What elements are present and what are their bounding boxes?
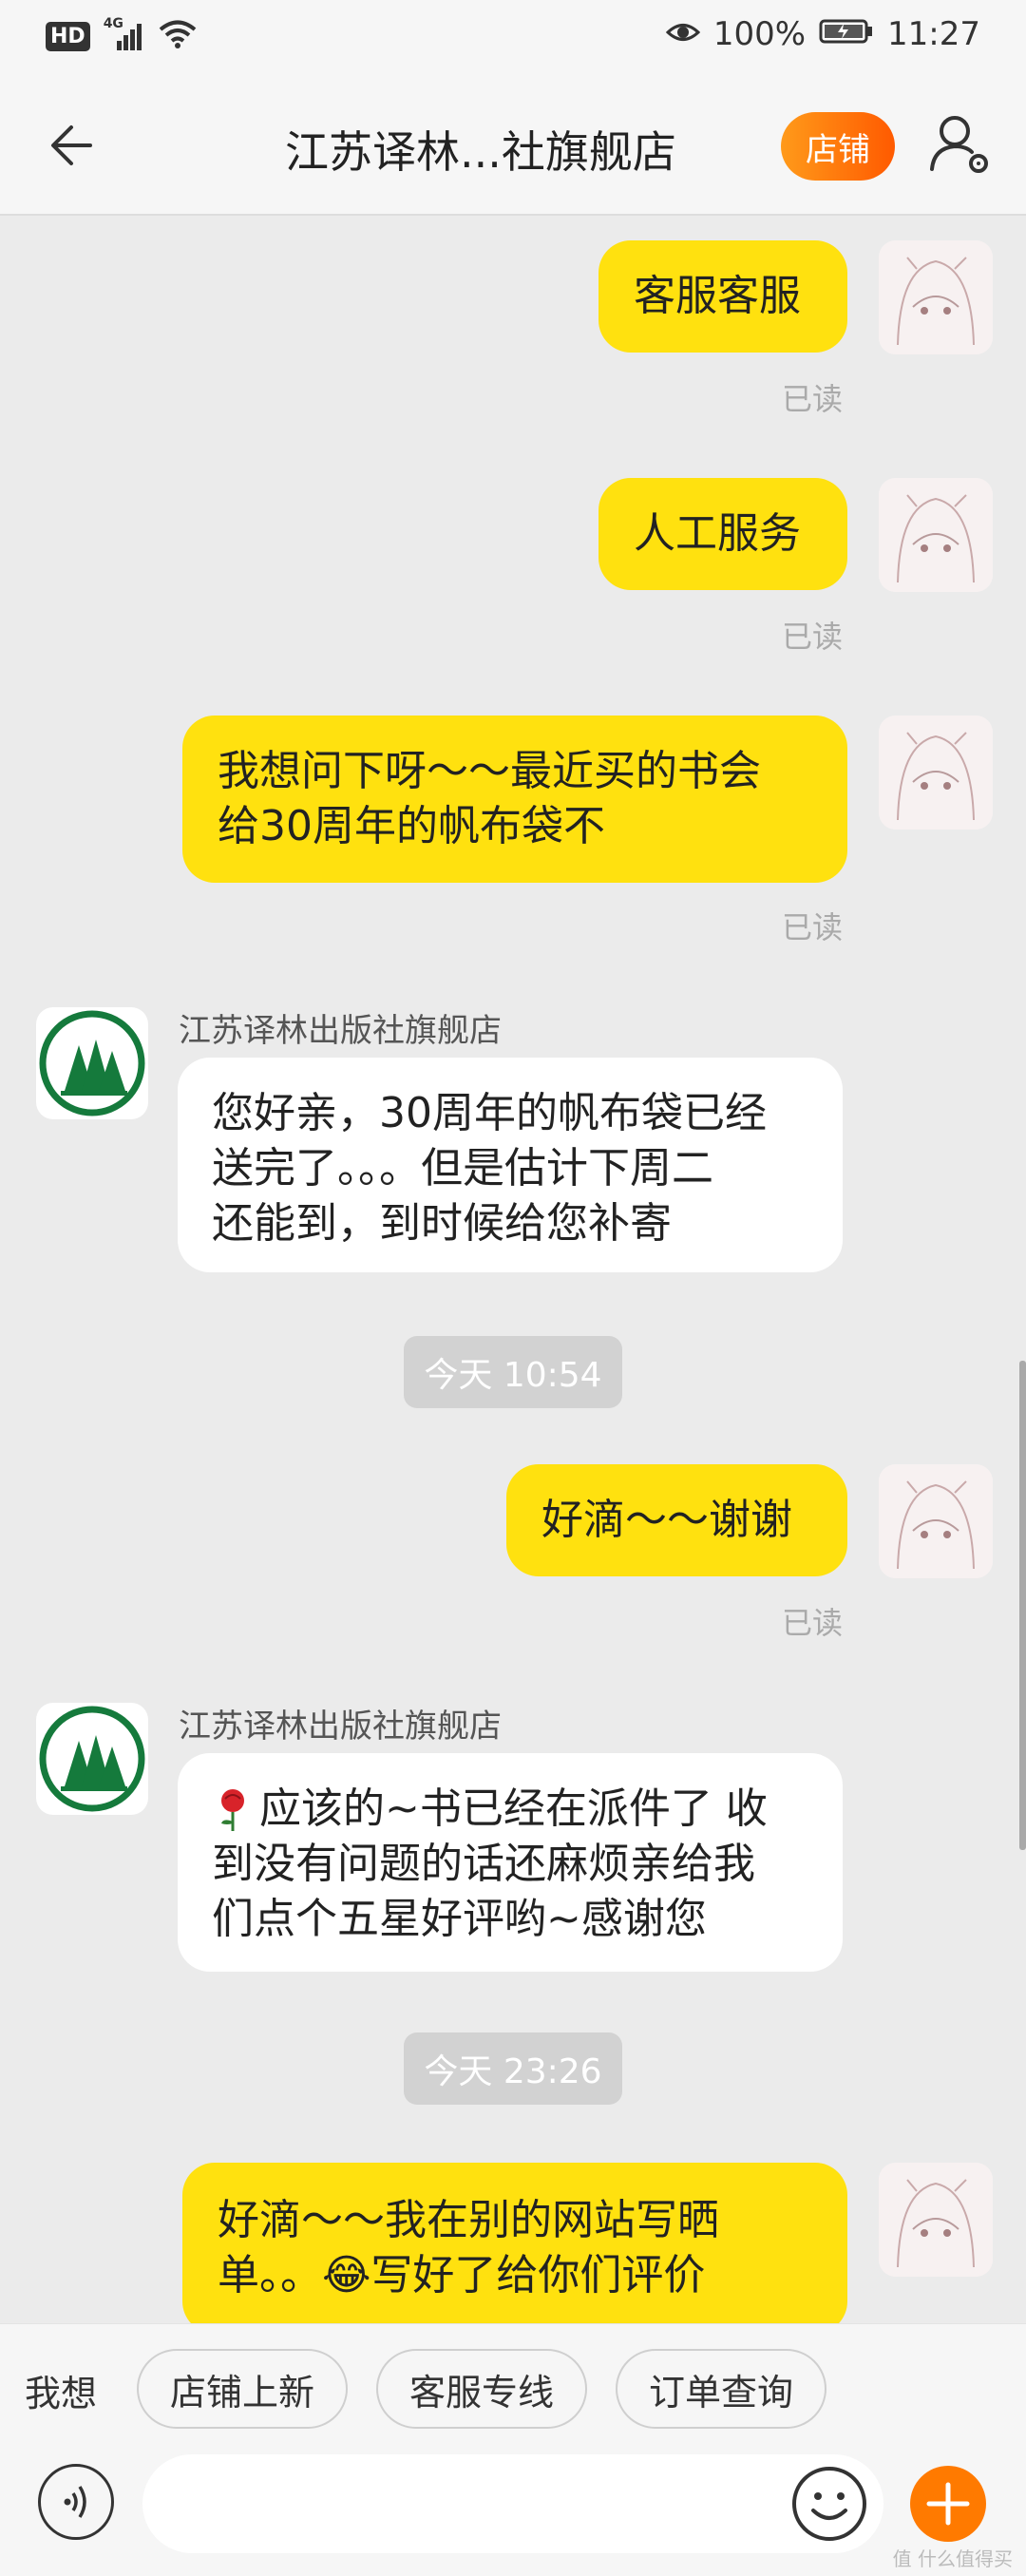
avatar[interactable] (879, 1464, 993, 1578)
timestamp-chip: 今天 23:26 (404, 2032, 622, 2105)
read-receipt: 已读 (782, 619, 844, 655)
message-text: 好滴～～我在别的网站写晒 (218, 2196, 719, 2244)
message-text: 送完了。。。但是估计下周二 (212, 1144, 713, 1193)
message-bubble-incoming[interactable]: 您好亲，30周年的帆布袋已经 送完了。。。但是估计下周二 还能到，到时候给您补寄 (178, 1058, 843, 1272)
shop-button[interactable]: 店铺 (781, 112, 895, 181)
scrollbar[interactable] (1019, 1361, 1026, 1850)
yilin-logo-icon (39, 1706, 145, 1812)
battery-percent: 100% (712, 15, 807, 53)
message-line: 应该的~书已经在派件了 收 (212, 1782, 808, 1837)
read-receipt: 已读 (782, 381, 844, 417)
page-title: 江苏译林...社旗舰店 (285, 126, 676, 178)
chip-customer-service[interactable]: 客服专线 (376, 2349, 587, 2429)
hd-badge: HD (46, 21, 90, 51)
rose-icon (212, 1785, 256, 1833)
message-text: 应该的~书已经在派件了 收 (259, 1784, 768, 1833)
anime-avatar-icon (879, 1464, 993, 1578)
message-text: 客服客服 (634, 272, 801, 320)
chip-shop-new[interactable]: 店铺上新 (137, 2349, 348, 2429)
voice-button[interactable] (38, 2464, 114, 2540)
user-settings-button[interactable] (926, 110, 995, 179)
anime-avatar-icon (879, 478, 993, 592)
more-button[interactable] (910, 2466, 986, 2542)
message-text: 好滴～～谢谢 (542, 1496, 792, 1544)
message-bubble-outgoing[interactable]: 好滴～～我在别的网站写晒 单。。😂写好了给你们评价 (182, 2163, 847, 2323)
voice-wave-icon (64, 2486, 86, 2518)
anime-avatar-icon (879, 2163, 993, 2277)
emoji-button[interactable] (788, 2463, 870, 2545)
message-bubble-outgoing[interactable]: 好滴～～谢谢 (506, 1464, 847, 1576)
avatar[interactable] (879, 478, 993, 592)
timestamp-chip: 今天 10:54 (404, 1336, 622, 1408)
status-bar: HD 4G 100% 11:27 (0, 0, 1026, 76)
message-input[interactable] (142, 2454, 884, 2553)
message-bubble-outgoing[interactable]: 人工服务 (598, 478, 847, 590)
message-bubble-outgoing[interactable]: 客服客服 (598, 240, 847, 353)
message-text: 我想问下呀～～最近买的书会 (218, 747, 761, 795)
message-bubble-outgoing[interactable]: 我想问下呀～～最近买的书会 给30周年的帆布袋不 (182, 716, 847, 883)
quick-reply-label: 我想 (25, 2373, 98, 2414)
sender-name: 江苏译林出版社旗舰店 (179, 1012, 502, 1050)
message-text: 到没有问题的话还麻烦亲给我 (212, 1840, 755, 1888)
battery-icon (819, 15, 874, 53)
signal-icon: 4G (104, 16, 145, 52)
message-text: 人工服务 (634, 509, 801, 558)
read-receipt: 已读 (782, 1605, 844, 1641)
eye-comfort-icon (665, 15, 701, 53)
clock: 11:27 (887, 15, 980, 53)
smile-icon (792, 2467, 866, 2541)
network-type: 4G (103, 16, 124, 31)
message-text: 给30周年的帆布袋不 (218, 802, 605, 850)
shop-avatar[interactable] (36, 1007, 148, 1119)
chat-message-list[interactable]: 客服客服 已读 人工服务 已读 我想问下呀～～最近买的书会 给30周年的帆布袋不… (0, 216, 1026, 2323)
quick-reply-bar: 我想 店铺上新 客服专线 订单查询 (0, 2323, 1026, 2448)
chip-order-query[interactable]: 订单查询 (616, 2349, 826, 2429)
message-text: 您好亲，30周年的帆布袋已经 (212, 1089, 767, 1137)
message-bubble-incoming[interactable]: 应该的~书已经在派件了 收 到没有问题的话还麻烦亲给我 们点个五星好评哟~感谢您 (178, 1753, 843, 1972)
arrow-left-icon (51, 125, 92, 165)
read-receipt: 已读 (782, 909, 844, 945)
yilin-logo-icon (39, 1010, 145, 1116)
plus-icon (926, 2482, 970, 2526)
message-text: 们点个五星好评哟~感谢您 (212, 1895, 707, 1943)
back-button[interactable] (43, 112, 109, 179)
avatar[interactable] (879, 240, 993, 354)
sender-name: 江苏译林出版社旗舰店 (179, 1708, 502, 1746)
chat-header: 江苏译林...社旗舰店 店铺 (0, 76, 1026, 216)
input-bar: 值 什么值得买 (0, 2447, 1026, 2576)
shop-avatar[interactable] (36, 1703, 148, 1815)
wifi-icon (159, 19, 197, 53)
anime-avatar-icon (879, 716, 993, 830)
user-settings-icon (930, 116, 988, 173)
message-text: 单。。😂写好了给你们评价 (218, 2251, 706, 2299)
avatar[interactable] (879, 716, 993, 830)
avatar[interactable] (879, 2163, 993, 2277)
message-text: 还能到，到时候给您补寄 (212, 1199, 672, 1248)
anime-avatar-icon (879, 240, 993, 354)
watermark: 值 什么值得买 (892, 2547, 1013, 2570)
